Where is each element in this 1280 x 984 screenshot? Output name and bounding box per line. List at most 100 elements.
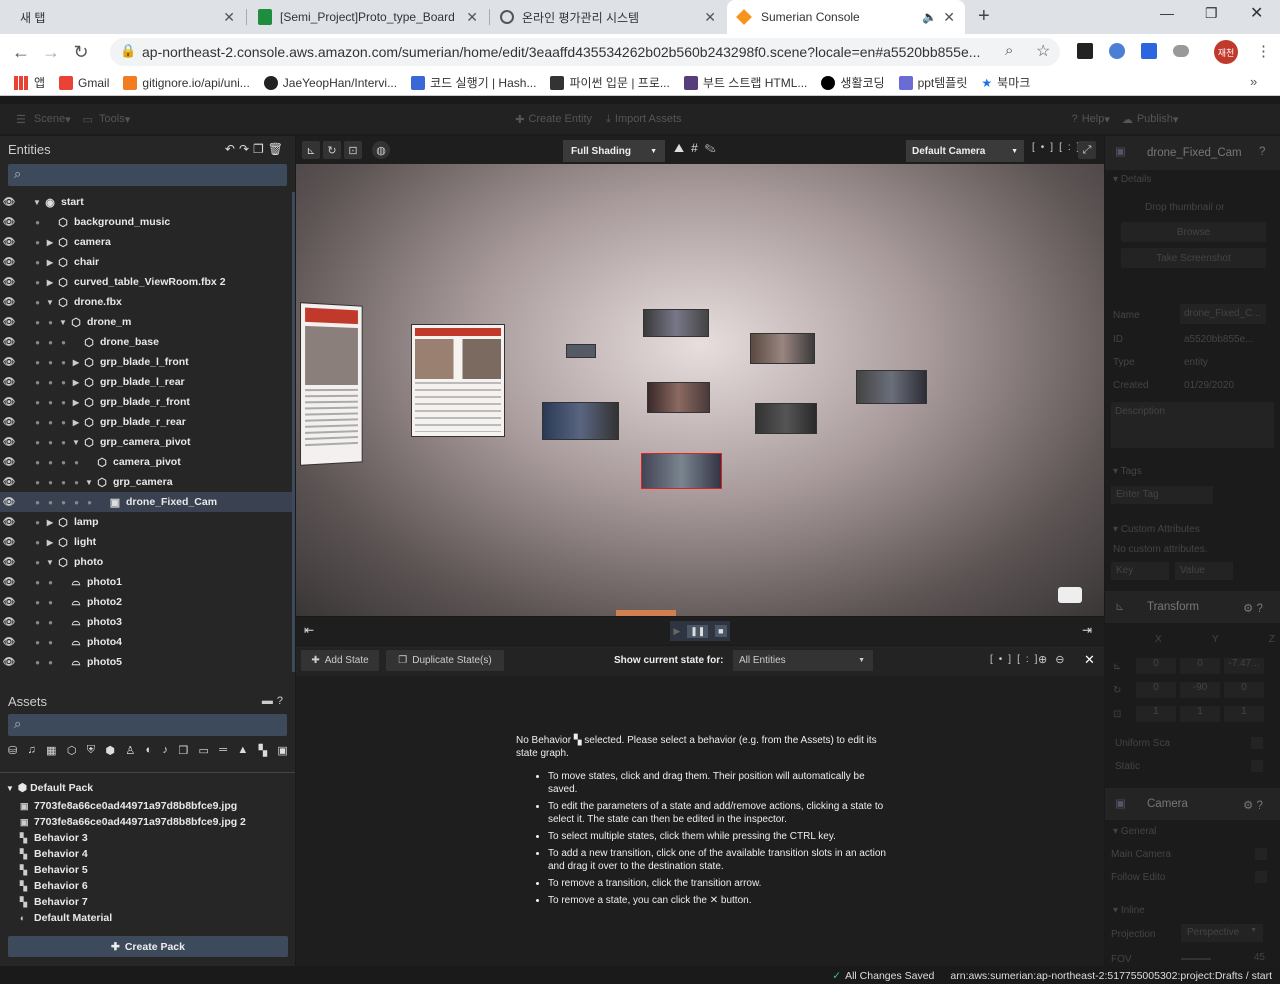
filter-sphere-icon[interactable]: ◐ [146,744,153,762]
entity-row[interactable]: 👁 ● ● ⌓ photo4 [0,632,292,652]
trash-icon[interactable]: 🗑 [268,142,287,156]
minimize-icon[interactable]: — [1160,5,1174,21]
collapse-left-icon[interactable]: ⇤ [304,623,314,637]
chevron-down-icon[interactable]: ▼ [70,438,82,447]
grid-icon[interactable]: # [691,141,705,155]
bookmark-bootstrap[interactable]: 부트 스트랩 HTML... [683,74,807,91]
eye-icon[interactable]: 👁 [0,537,18,548]
bookmark-ppt[interactable]: ppt템플릿 [898,74,967,91]
collapse-right-icon[interactable]: ⇥ [1082,623,1092,637]
filter-shield-icon[interactable]: ⛨ [87,744,95,762]
bookmark-coding[interactable]: 생활코딩 [821,74,885,91]
entity-row[interactable]: 👁 ● ▶ ⬡ camera [0,232,292,252]
entity-row[interactable]: 👁 ● ● ● ▶ ⬡ grp_blade_l_rear [0,372,292,392]
bookmark-python[interactable]: 파이썬 입문 | 프로... [550,74,670,91]
publish-menu[interactable]: Publish [1137,113,1173,125]
eye-icon[interactable]: 👁 [0,557,18,568]
frame-icon[interactable]: [•] [1032,142,1059,153]
filter-box-icon[interactable]: ⬢ [105,744,115,762]
help-menu[interactable]: Help [1082,113,1105,125]
scene-viewport[interactable] [296,164,1104,616]
eye-icon[interactable]: 👁 [0,577,18,588]
filter-grid-icon[interactable]: ▚ [259,744,267,762]
filter-line-icon[interactable]: ═ [219,744,227,762]
eye-icon[interactable]: 👁 [0,237,18,248]
eye-icon[interactable]: 👁 [0,457,18,468]
speaker-icon[interactable]: 🔈 [922,10,937,24]
eye-icon[interactable]: 👁 [0,217,18,228]
extension-icon[interactable] [1109,43,1125,59]
entity-row[interactable]: 👁 ● ● ● ● ▼ ⬡ grp_camera [0,472,292,492]
asset-item[interactable]: ▚ Behavior 4 [20,846,290,862]
bookmark-apps[interactable]: 앱 [14,74,45,91]
eye-icon[interactable]: 👁 [0,517,18,528]
entity-row[interactable]: 👁 ● ● ● ▶ ⬡ grp_blade_l_front [0,352,292,372]
close-icon[interactable]: ✕ [223,9,235,26]
entity-row[interactable]: 👁 ● ● ● ● ⬡ camera_pivot [0,452,292,472]
entity-row[interactable]: 👁 ● ▼ ⬡ drone.fbx [0,292,292,312]
transform-header[interactable]: ⊾ Transform ⚙ ? [1105,591,1280,623]
assets-search-input[interactable] [8,714,287,736]
undo-icon[interactable]: ↶ [225,142,239,156]
menu-icon[interactable]: ⋮ [1256,42,1271,60]
redo-icon[interactable]: ↷ [239,142,253,156]
eye-icon[interactable]: 👁 [0,617,18,628]
tag-input[interactable]: Enter Tag [1111,486,1213,504]
uniform-scale-checkbox[interactable] [1251,737,1263,749]
asset-item[interactable]: ▚ Behavior 3 [20,830,290,846]
entity-row[interactable]: 👁 ● ● ● ▶ ⬡ grp_blade_r_front [0,392,292,412]
projection-select[interactable]: Perspective ▼ [1181,924,1263,942]
eye-icon[interactable]: 👁 [0,477,18,488]
eye-icon[interactable]: 👁 [0,317,18,328]
eye-icon[interactable]: 👁 [0,637,18,648]
chevron-right-icon[interactable]: ▶ [44,518,56,527]
screenshot-button[interactable]: Take Screenshot [1121,248,1266,268]
filter-person-icon[interactable]: ♙ [125,744,135,762]
entity-row[interactable]: 👁 ● ▶ ⬡ lamp [0,512,292,532]
entity-row[interactable]: 👁 ● ● ⌓ photo3 [0,612,292,632]
gear-icon[interactable]: ⚙ ? [1243,601,1263,615]
help-icon[interactable]: ? [277,695,287,707]
bookmark-gitignore[interactable]: gitignore.io/api/uni... [123,75,250,90]
close-icon[interactable]: ✕ [1084,652,1095,668]
chevron-down-icon[interactable]: ▼ [44,298,56,307]
static-checkbox[interactable] [1251,760,1263,772]
filter-sound-icon[interactable]: ♪ [163,744,169,762]
entity-row[interactable]: 👁 ● ● ● ▶ ⬡ grp_blade_r_rear [0,412,292,432]
hamburger-icon[interactable]: ☰ [16,113,26,126]
main-camera-checkbox[interactable] [1255,848,1267,860]
zoom-out-icon[interactable]: ⊖ [1055,654,1072,666]
name-field[interactable]: drone_Fixed_C... [1180,304,1266,324]
help-icon[interactable]: ? [1259,146,1265,158]
stop-icon[interactable]: ■ [715,625,727,637]
globe-icon[interactable]: ◍ [372,141,390,159]
chevron-down-icon[interactable]: ▼ [31,198,43,207]
follow-editor-checkbox[interactable] [1255,871,1267,883]
chevron-right-icon[interactable]: ▶ [70,418,82,427]
filter-hex-icon[interactable]: ⬡ [67,744,77,762]
zoom-in-icon[interactable]: ⊕ [1038,654,1055,666]
entity-row[interactable]: 👁 ● ▶ ⬡ curved_table_ViewRoom.fbx 2 [0,272,292,292]
entity-row[interactable]: 👁 ● ▶ ⬡ chair [0,252,292,272]
scale-tool-icon[interactable]: ⊡ [344,141,362,159]
back-icon[interactable]: ← [6,37,36,67]
filter-all-icon[interactable]: ⛁ [8,744,17,762]
more-bookmarks-icon[interactable]: » [1250,74,1257,89]
landscape-icon[interactable]: ⛰ [674,141,691,155]
chevron-right-icon[interactable]: ▶ [44,538,56,547]
rotation-z[interactable]: 0 [1224,682,1264,698]
custom-attributes-section[interactable]: ▾ Custom Attributes [1113,524,1200,535]
asset-item[interactable]: ▣ 7703fe8a66ce0ad44971a97d8b8bfce9.jpg [20,798,290,814]
scene-menu[interactable]: Scene [34,113,65,125]
eye-icon[interactable]: 👁 [0,397,18,408]
entities-select[interactable]: All Entities ▼ [733,650,873,671]
entity-row[interactable]: 👁 ● ● ● ● ● ▣ drone_Fixed_Cam [0,492,292,512]
eye-icon[interactable]: 👁 [0,357,18,368]
play-icon[interactable]: ▶ [673,626,680,637]
shading-select[interactable]: Full Shading ▼ [563,140,665,162]
import-assets-button[interactable]: Import Assets [615,113,682,125]
tools-menu[interactable]: Tools [99,113,125,125]
close-icon[interactable]: ✕ [943,9,955,26]
entities-search-input[interactable] [8,164,287,186]
tab-proto-board[interactable]: [Semi_Project]Proto_type_Board ✕ [248,0,488,34]
